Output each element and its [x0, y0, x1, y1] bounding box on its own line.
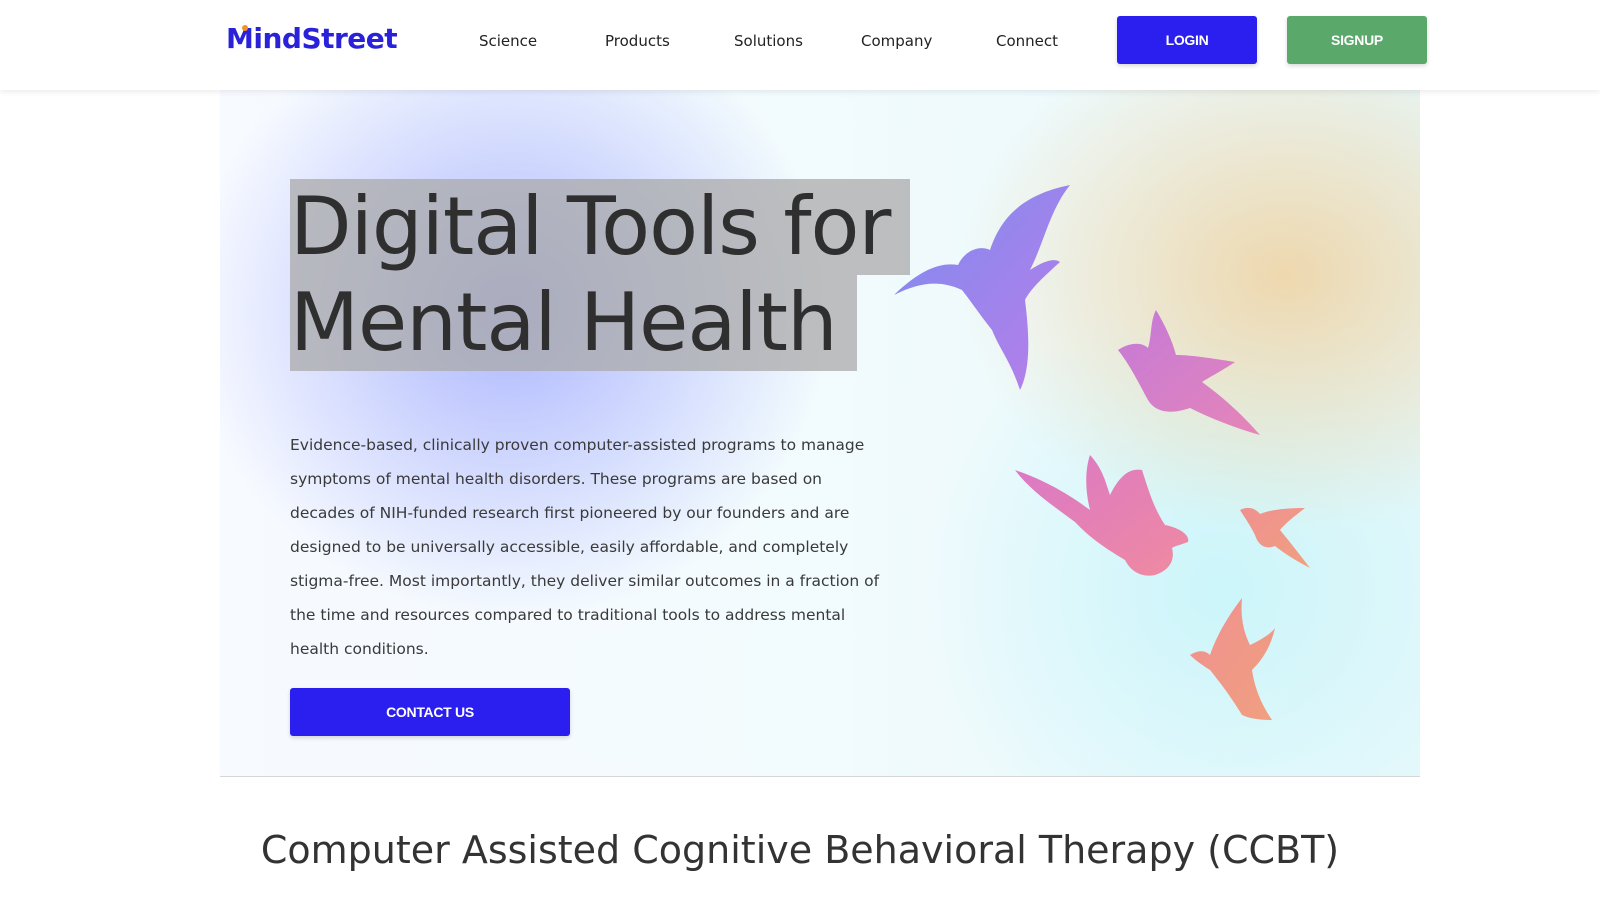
nav-solutions[interactable]: Solutions	[734, 32, 803, 50]
logo-dot-icon	[242, 25, 248, 31]
birds-illustration	[894, 185, 1310, 720]
logo[interactable]: MindStreet	[226, 22, 398, 55]
hero-title-line-2: Mental Health	[290, 275, 857, 371]
hero-description: Evidence-based, clinically proven comput…	[290, 436, 880, 658]
contact-us-button[interactable]: CONTACT US	[290, 688, 570, 736]
rising-bird-icon	[1190, 598, 1275, 720]
bird-icon	[1118, 310, 1260, 435]
hero-title-line-1: Digital Tools for	[290, 179, 911, 275]
ccbt-section-title: Computer Assisted Cognitive Behavioral T…	[260, 828, 1340, 872]
hero-section: Digital Tools for Mental Health Evidence…	[220, 90, 1420, 777]
signup-button[interactable]: SIGNUP	[1287, 16, 1427, 64]
logo-text: MindStreet	[226, 22, 398, 55]
dove-icon	[1015, 455, 1189, 576]
hero-title: Digital Tools for Mental Health	[290, 179, 911, 371]
nav-products[interactable]: Products	[605, 32, 670, 50]
site-header: MindStreet Science Products Solutions Co…	[0, 0, 1600, 90]
nav-connect[interactable]: Connect	[996, 32, 1058, 50]
hummingbird-icon	[894, 185, 1070, 390]
nav-company[interactable]: Company	[861, 32, 932, 50]
login-button[interactable]: LOGIN	[1117, 16, 1257, 64]
small-bird-icon	[1240, 507, 1310, 568]
nav-science[interactable]: Science	[479, 32, 537, 50]
